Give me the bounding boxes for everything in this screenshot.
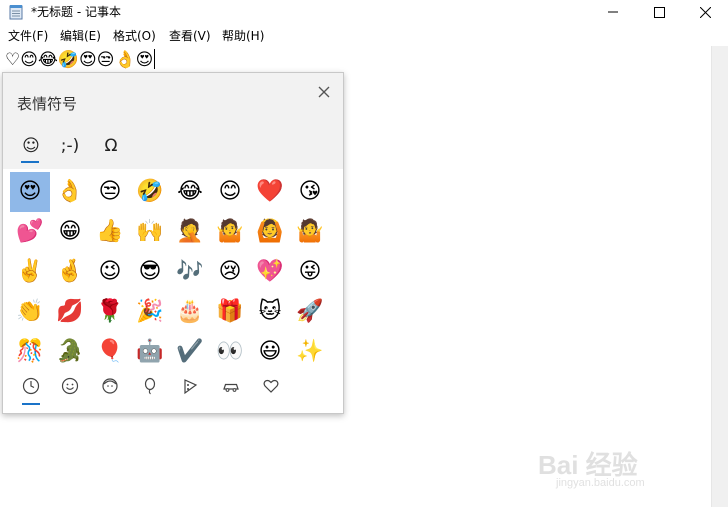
emoji-cell[interactable]: 🤞 [50,252,90,292]
minimize-icon [608,11,618,13]
close-button[interactable] [682,0,728,24]
emoji-cell[interactable]: ❤️ [250,172,290,212]
watermark-url: jingyan.baidu.com [556,477,645,489]
car-icon [223,383,239,392]
emoji-category-bar [3,373,343,405]
category-symbols-tab[interactable] [257,373,285,399]
emoji-cell[interactable]: 💖 [250,252,290,292]
emoji-cell[interactable]: 😒 [90,172,130,212]
vertical-scrollbar[interactable] [711,46,728,507]
emoji-panel-header [3,73,343,169]
pizza-icon [184,379,198,395]
emoji-cell[interactable]: 🐊 [50,332,90,372]
emoji-cell[interactable]: 😊 [210,172,250,212]
emoji-cell[interactable]: 💕 [10,212,50,252]
emoji-cell[interactable]: 😎 [130,252,170,292]
emoji-cell[interactable]: 🎊 [10,332,50,372]
maximize-button[interactable] [636,0,682,24]
smiley-icon [61,377,79,395]
emoji-cell[interactable]: 😢 [210,252,250,292]
emoji-cell[interactable]: 😜 [290,252,330,292]
emoji-cell[interactable]: 😘 [290,172,330,212]
emoji-grid: 😍 👌 😒 🤣 😂 😊 ❤️ 😘 💕 😁 👍 🙌 🤦 🤷 🙆 🤷 ✌️ 🤞 😉 … [10,172,330,372]
emoji-cell[interactable]: 🤣 [130,172,170,212]
menu-view[interactable]: 查看(V) [169,28,211,44]
menu-help[interactable]: 帮助(H) [222,28,264,44]
emoji-cell[interactable]: 💋 [50,292,90,332]
active-tab-indicator [21,161,39,163]
minimize-button[interactable] [590,0,636,24]
category-people-tab[interactable] [96,373,124,399]
category-travel-tab[interactable] [217,373,245,399]
title-bar: *无标题 - 记事本 [0,0,728,24]
emoji-cell[interactable]: 🙌 [130,212,170,252]
emoji-cell[interactable]: ✔️ [170,332,210,372]
emoji-cell[interactable]: 🤷 [290,212,330,252]
emoji-cell[interactable]: 😃 [250,332,290,372]
emoji-cell[interactable]: 😁 [50,212,90,252]
emoji-panel-title: 表情符号 [17,95,78,113]
notepad-icon [9,5,23,20]
emoji-cell[interactable]: 🎂 [170,292,210,332]
emoji-cell[interactable]: 🙆 [250,212,290,252]
emoji-cell[interactable]: 🎉 [130,292,170,332]
emoji-cell[interactable]: 😂 [170,172,210,212]
document-text: ♡😊😂🤣😍😒👌😍 [5,49,156,70]
emoji-cell[interactable]: 👍 [90,212,130,252]
person-icon [102,378,118,394]
menu-format[interactable]: 格式(O) [113,28,156,44]
emoji-cell[interactable]: 😍 [10,172,50,212]
clock-icon [22,377,40,395]
menu-edit[interactable]: 编辑(E) [60,28,101,44]
heart-icon [263,379,279,393]
tab-symbols[interactable]: Ω [96,131,126,161]
emoji-cell[interactable]: 🐱 [250,292,290,332]
tab-emoji[interactable]: ☺ [16,131,46,161]
panel-close-icon[interactable] [315,83,333,101]
emoji-panel: 表情符号 ☺ ;-) Ω 😍 👌 😒 🤣 😂 😊 ❤️ 😘 💕 😁 👍 🙌 🤦 … [2,72,344,414]
window-title: *无标题 - 记事本 [31,5,121,19]
emoji-cell[interactable]: 👏 [10,292,50,332]
emoji-cell[interactable]: 🎁 [210,292,250,332]
emoji-cell[interactable]: ✨ [290,332,330,372]
emoji-cell[interactable]: 🌹 [90,292,130,332]
emoji-cell[interactable]: 🎶 [170,252,210,292]
close-icon [699,6,711,18]
category-food-tab[interactable] [176,373,204,399]
menu-bar: 文件(F) 编辑(E) 格式(O) 查看(V) 帮助(H) [0,25,728,45]
emoji-cell[interactable]: 👀 [210,332,250,372]
tab-kaomoji[interactable]: ;-) [55,131,85,161]
emoji-cell[interactable]: 🤷 [210,212,250,252]
baidu-watermark: Bai 经验 jingyan.baidu.com [538,427,688,489]
maximize-icon [653,6,665,18]
emoji-cell[interactable]: 🎈 [90,332,130,372]
category-smileys-tab[interactable] [56,373,84,399]
emoji-cell[interactable]: 😉 [90,252,130,292]
emoji-cell[interactable]: 🤦 [170,212,210,252]
emoji-cell[interactable]: 👌 [50,172,90,212]
emoji-cell[interactable]: ✌️ [10,252,50,292]
menu-file[interactable]: 文件(F) [8,28,48,44]
balloon-icon [144,377,156,395]
category-celebration-tab[interactable] [136,373,164,399]
emoji-cell[interactable]: 🚀 [290,292,330,332]
emoji-cell[interactable]: 🤖 [130,332,170,372]
active-category-indicator [22,403,40,405]
text-caret [154,49,156,69]
category-recent-tab[interactable] [17,373,45,399]
